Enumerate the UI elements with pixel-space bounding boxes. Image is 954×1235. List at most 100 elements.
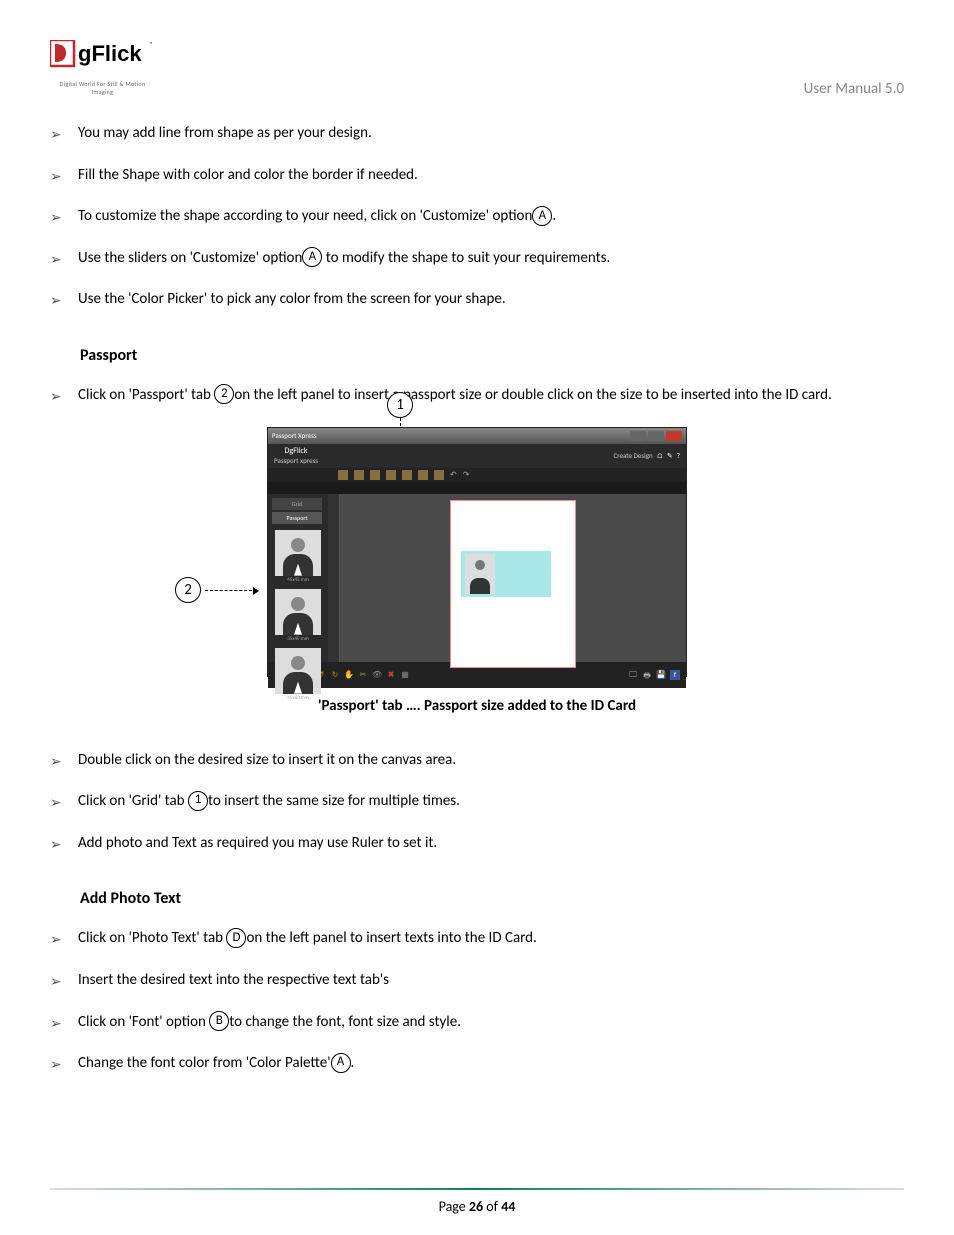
bullet-text: Click on 'Font' option Bto change the fo…: [78, 1012, 904, 1033]
arrow-icon: ➢: [50, 167, 70, 187]
page-content: ➢ You may add line from shape as per you…: [50, 123, 904, 1075]
silhouette-icon: [275, 648, 321, 694]
app-logo-text: DgFlick: [274, 446, 318, 456]
passport-thumbnail: [275, 589, 321, 635]
tool-icon: [354, 470, 364, 480]
text-pre: Change the font color from 'Color Palett…: [78, 1054, 331, 1072]
page-mid: of: [483, 1198, 501, 1215]
circled-a-icon: A: [331, 1053, 351, 1073]
text-pre: To customize the shape according to your…: [78, 207, 532, 225]
footer-divider: [50, 1188, 904, 1190]
screenshot-body: Grid Passport 45x45 mm: [268, 494, 686, 662]
window-title: Passport Xpress: [272, 431, 317, 440]
bottom-toolbar-right: 🖵 🖶 💾 f: [628, 670, 680, 680]
facebook-icon: f: [670, 670, 680, 680]
bullet-item: ➢ To customize the shape according to yo…: [50, 206, 904, 228]
arrow-icon: ➢: [50, 972, 70, 992]
thumb-label: 45x60 mm: [272, 695, 324, 701]
grid-tab: Grid: [272, 498, 322, 510]
arrow-icon: ➢: [50, 291, 70, 311]
redo-icon: ↷: [463, 470, 470, 480]
bullet-text: Double click on the desired size to inse…: [78, 750, 904, 771]
save-icon: 💾: [656, 670, 666, 680]
arrow-icon: ➢: [50, 752, 70, 772]
dgflick-logo: gFlick ®: [50, 40, 155, 75]
text-pre: Click on 'Font' option: [78, 1013, 209, 1031]
circled-d-icon: D: [226, 928, 246, 948]
help-icon: ?: [677, 451, 680, 460]
arrow-icon: ➢: [50, 1014, 70, 1034]
grid-icon: ▦: [400, 670, 410, 680]
close-icon: [666, 431, 682, 441]
hand-icon: ✋: [344, 670, 354, 680]
bullet-text: You may add line from shape as per your …: [78, 123, 904, 144]
text-post: .: [351, 1054, 355, 1072]
arrow-icon: ➢: [50, 793, 70, 813]
crop-icon: ✂: [358, 670, 368, 680]
text-post: to modify the shape to suit your require…: [322, 249, 610, 267]
bullet-text: Click on 'Photo Text' tab Don the left p…: [78, 928, 904, 949]
app-tab-text: Passport xpress: [274, 456, 318, 465]
thumb-label: 35x45 mm: [272, 636, 324, 642]
arrow-icon: ➢: [50, 125, 70, 145]
text-post: on the left panel to insert a passport s…: [234, 386, 832, 404]
svg-text:gFlick: gFlick: [78, 41, 142, 66]
window-controls: [630, 431, 682, 441]
annotation-callout-2: 2: [175, 577, 201, 603]
circled-b-icon: B: [209, 1011, 229, 1031]
text-post: .: [552, 207, 556, 225]
view-icon: 🖵: [628, 670, 638, 680]
passport-thumbnail: [275, 648, 321, 694]
bullet-text: Click on 'Passport' tab 2on the left pan…: [78, 385, 904, 406]
passport-size-item: 45x45 mm: [272, 530, 324, 583]
svg-text:®: ®: [150, 40, 153, 48]
passport-thumbnail: [275, 530, 321, 576]
text-post: to change the font, font size and style.: [229, 1013, 461, 1031]
circled-2-icon: 2: [214, 384, 234, 404]
canvas-area: [340, 494, 686, 662]
annotation-callout-1: 1: [387, 392, 413, 418]
delete-icon: ✖: [386, 670, 396, 680]
bullet-text: Click on 'Grid' tab 1to insert the same …: [78, 791, 904, 812]
id-card-canvas: [450, 500, 576, 668]
passport-size-item: 45x60 mm: [272, 648, 324, 701]
ruler-vertical: [328, 494, 340, 662]
ruler-horizontal: [268, 482, 686, 494]
vertical-tabs: Grid Passport: [272, 498, 324, 524]
rotate-right-icon: ↻: [330, 670, 340, 680]
bullet-item: ➢ Add photo and Text as required you may…: [50, 833, 904, 855]
figure-caption: 'Passport' tab …. Passport size added to…: [50, 697, 904, 715]
bullet-text: Use the 'Color Picker' to pick any color…: [78, 289, 904, 310]
bullet-item: ➢ Double click on the desired size to in…: [50, 750, 904, 772]
circled-1-icon: 1: [188, 791, 208, 811]
bullet-text: Fill the Shape with color and color the …: [78, 165, 904, 186]
bullet-text: To customize the shape according to your…: [78, 206, 904, 227]
figure-container: 1 2 Passport Xpress DgFl: [50, 427, 904, 715]
bullet-item: ➢ Change the font color from 'Color Pale…: [50, 1053, 904, 1075]
document-page: gFlick ® Digital World For Still & Motio…: [0, 0, 954, 1235]
page-prefix: Page: [439, 1198, 469, 1215]
arrow-icon: ➢: [50, 835, 70, 855]
text-pre: Click on 'Passport' tab: [78, 386, 214, 404]
create-design-label: Create Design: [613, 451, 652, 460]
text-pre: Click on 'Grid' tab: [78, 792, 188, 810]
arrow-icon: ➢: [50, 250, 70, 270]
bullet-item: ➢ Use the 'Color Picker' to pick any col…: [50, 289, 904, 311]
text-pre: Click on 'Photo Text' tab: [78, 929, 226, 947]
section-heading-passport: Passport: [80, 346, 904, 365]
print-icon: 🖶: [642, 670, 652, 680]
tool-icon: [418, 470, 428, 480]
section-heading-phototext: Add Photo Text: [80, 889, 904, 908]
tool-icon: [370, 470, 380, 480]
text-pre: Use the sliders on 'Customize' option: [78, 249, 302, 267]
manual-version-label: User Manual 5.0: [804, 80, 904, 98]
bullet-text: Change the font color from 'Color Palett…: [78, 1053, 904, 1074]
logo-tagline: Digital World For Still & Motion Imaging: [50, 80, 155, 96]
arrow-icon: ➢: [50, 930, 70, 950]
annotation-number-2: 2: [175, 577, 201, 603]
window-titlebar: Passport Xpress: [268, 428, 686, 444]
page-current: 26: [469, 1198, 483, 1215]
text-post: to insert the same size for multiple tim…: [208, 792, 460, 810]
tool-icon: [434, 470, 444, 480]
mini-silhouette-icon: [465, 554, 495, 594]
